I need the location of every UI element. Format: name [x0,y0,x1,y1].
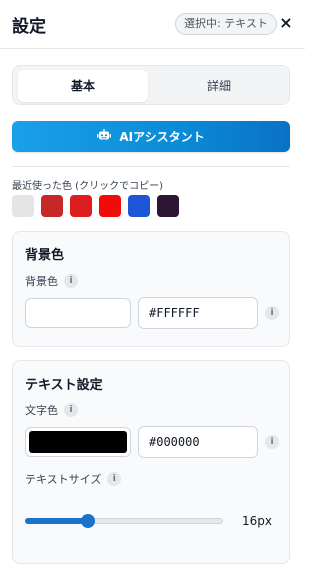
slider-fill [25,518,89,524]
text-section-title: テキスト設定 [25,378,103,393]
background-color-label: 背景色 i [25,273,78,289]
text-color-label-text: 文字色 [25,404,58,417]
color-swatch[interactable] [41,195,63,217]
text-color-preview [29,431,127,453]
text-size-slider[interactable] [25,511,223,531]
background-hex-input[interactable]: #FFFFFF [138,297,258,329]
tab-bar: 基本 詳細 [12,65,290,105]
slider-thumb[interactable] [81,514,96,528]
color-swatch[interactable] [99,195,121,217]
background-color-preview [29,302,127,324]
background-color-label-text: 背景色 [25,275,58,288]
tab-advanced[interactable]: 詳細 [154,70,284,102]
text-hex-input[interactable]: #000000 [138,426,258,458]
text-color-picker[interactable] [25,427,131,457]
page-title: 設定 [12,17,46,37]
tab-basic[interactable]: 基本 [18,70,148,102]
robot-icon [97,128,112,145]
text-settings-panel: テキスト設定 文字色 i #000000 i テキストサイズ i 16px [12,360,290,564]
color-swatch[interactable] [70,195,92,217]
info-icon[interactable]: i [64,274,78,288]
background-color-panel: 背景色 背景色 i #FFFFFF i [12,231,290,347]
info-icon[interactable]: i [107,472,122,486]
background-color-picker[interactable] [25,298,131,328]
background-section-title: 背景色 [25,248,65,263]
recent-colors-label: 最近使った色 (クリックでコピー) [12,181,163,192]
panel-header: 設定 選択中: テキスト × [0,0,305,49]
text-color-label: 文字色 i [25,402,78,418]
selection-badge: 選択中: テキスト [175,13,277,35]
text-size-label-text: テキストサイズ [25,473,102,486]
ai-assistant-label: AIアシスタント [119,130,205,144]
text-size-value: 16px [242,514,272,528]
color-swatch[interactable] [128,195,150,217]
close-icon[interactable]: × [278,12,294,34]
info-icon[interactable]: i [265,435,279,449]
color-swatch[interactable] [12,195,34,217]
text-size-label: テキストサイズ i [25,471,122,487]
info-icon[interactable]: i [265,306,279,320]
info-icon[interactable]: i [64,403,78,417]
ai-assistant-button[interactable]: AIアシスタント [12,121,290,152]
divider [12,166,290,167]
color-swatch[interactable] [157,195,179,217]
